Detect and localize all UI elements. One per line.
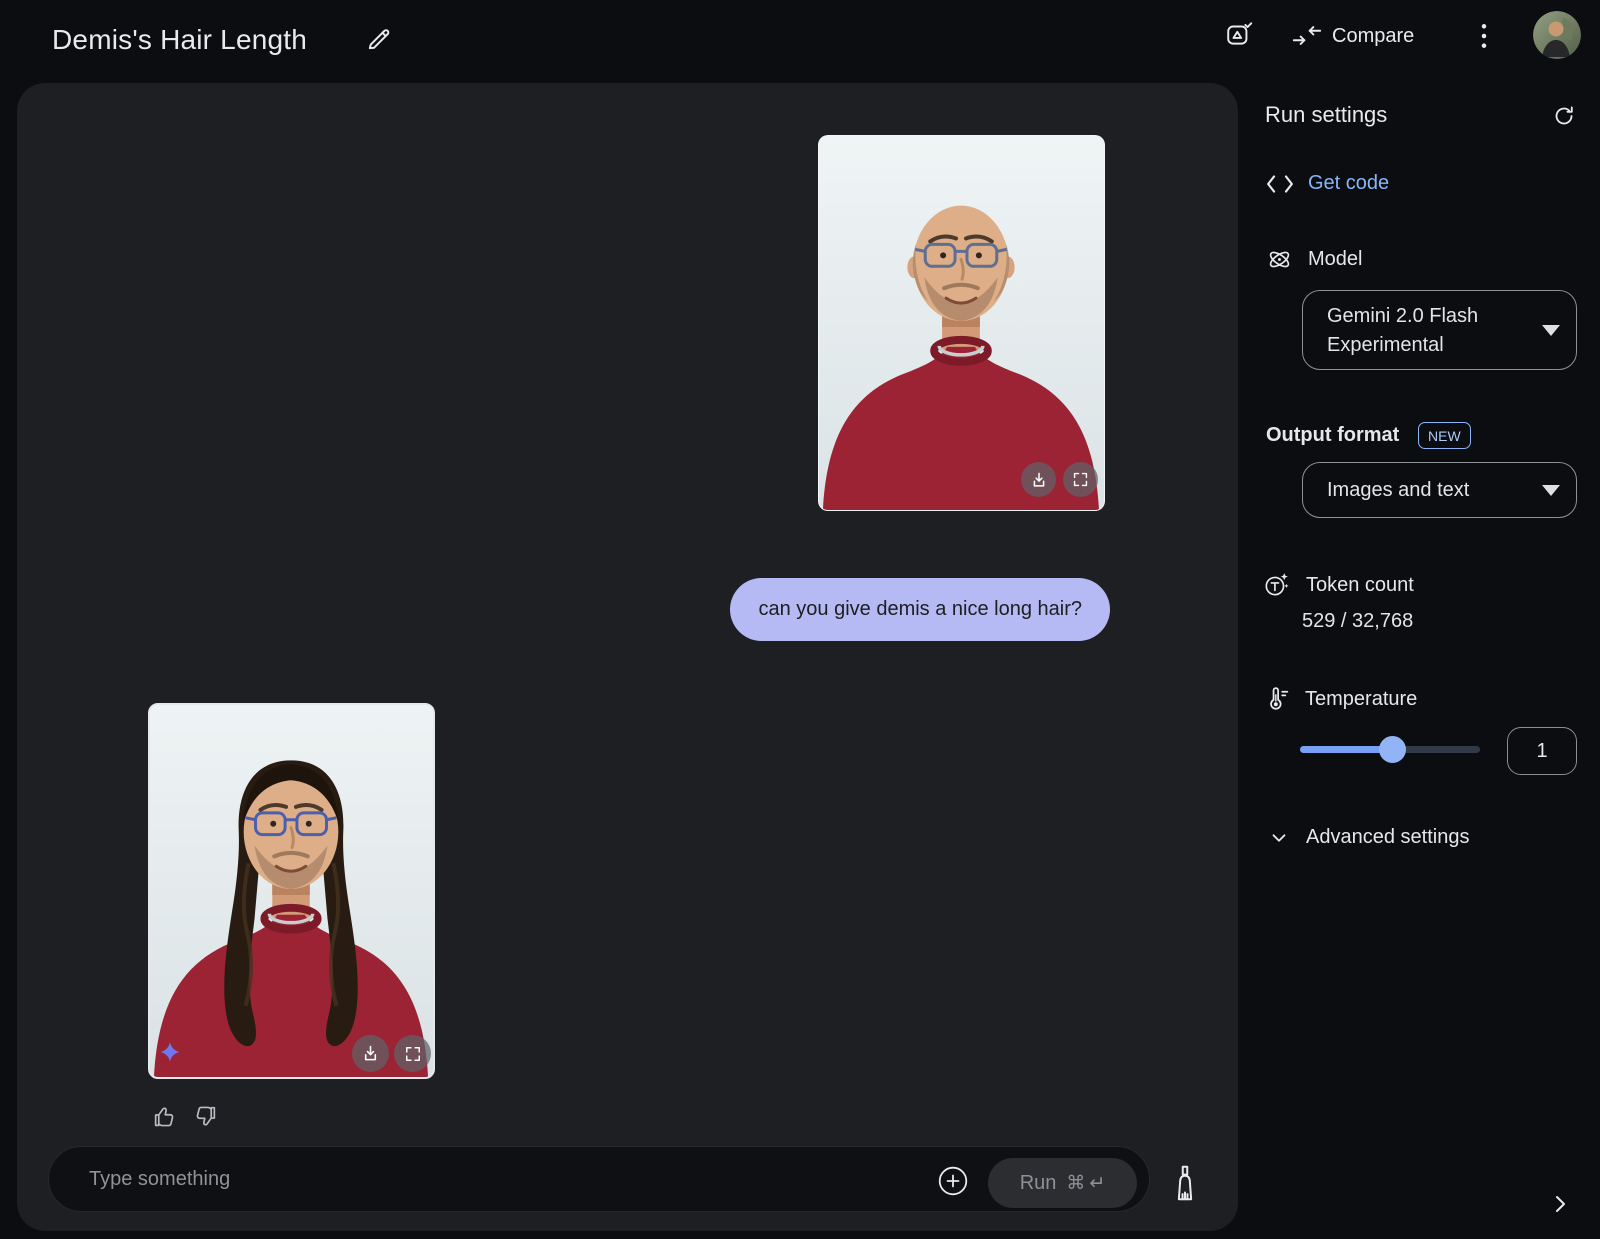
add-content-button[interactable] xyxy=(938,1166,968,1196)
uploaded-portrait-graphic xyxy=(819,136,1104,510)
uploaded-image[interactable] xyxy=(818,135,1105,511)
download-generated-button[interactable] xyxy=(352,1035,389,1072)
token-count-value: 529 / 32,768 xyxy=(1302,610,1414,632)
fullscreen-image-button[interactable] xyxy=(1063,462,1098,497)
advanced-settings-label: Advanced settings xyxy=(1306,826,1470,848)
temperature-value-input[interactable] xyxy=(1507,727,1577,775)
download-icon xyxy=(364,1045,377,1061)
caret-down-icon xyxy=(1542,485,1560,496)
chevron-right-icon xyxy=(1556,1196,1565,1212)
prompt-saved-button[interactable] xyxy=(1225,19,1255,49)
slider-knob[interactable] xyxy=(1378,736,1406,763)
token-count-section: Token count xyxy=(1263,571,1414,599)
temperature-section: Temperature xyxy=(1265,686,1417,713)
reset-settings-button[interactable] xyxy=(1552,104,1576,128)
thumbs-up-button[interactable] xyxy=(152,1104,177,1129)
run-label: Run xyxy=(1019,1171,1057,1194)
new-badge: NEW xyxy=(1418,422,1471,449)
page-title: Demis's Hair Length xyxy=(52,24,308,55)
compare-button[interactable] xyxy=(1292,26,1322,50)
edit-title-button[interactable] xyxy=(366,26,392,52)
model-value: Gemini 2.0 Flash Experimental xyxy=(1327,305,1479,356)
output-format-value: Images and text xyxy=(1327,478,1470,501)
plus-circle-icon xyxy=(938,1166,968,1196)
app-window: Demis's Hair Length Compare can you give… xyxy=(0,0,1600,1239)
thumb-down-icon xyxy=(196,1106,216,1126)
cmd-key-icon: ⌘ xyxy=(1066,1172,1086,1194)
pencil-icon xyxy=(368,29,390,50)
compare-label[interactable]: Compare xyxy=(1332,25,1414,48)
fullscreen-generated-button[interactable] xyxy=(394,1035,431,1072)
avatar-photo xyxy=(1533,11,1581,59)
advanced-settings-toggle[interactable]: Advanced settings xyxy=(1268,826,1469,849)
thumb-up-icon xyxy=(154,1107,174,1127)
prompt-input[interactable] xyxy=(87,1147,647,1211)
collapse-panel-button[interactable] xyxy=(1548,1192,1572,1216)
saved-prompt-icon xyxy=(1227,22,1253,45)
refresh-icon xyxy=(1555,106,1573,125)
temperature-slider xyxy=(1300,734,1480,764)
fullscreen-icon xyxy=(405,1046,420,1061)
download-image-button[interactable] xyxy=(1021,462,1056,497)
broom-icon xyxy=(1177,1165,1193,1201)
output-format-dropdown[interactable]: Images and text xyxy=(1302,462,1577,518)
caret-down-icon xyxy=(1542,325,1560,336)
enter-key-icon: ↵ xyxy=(1089,1172,1106,1194)
get-code-button[interactable]: Get code xyxy=(1266,172,1389,195)
model-orbit-icon xyxy=(1269,251,1290,268)
more-options-button[interactable] xyxy=(1479,22,1491,50)
run-settings-title: Run settings xyxy=(1265,102,1388,127)
code-icon xyxy=(1267,174,1293,193)
thumbs-down-button[interactable] xyxy=(193,1104,218,1129)
compare-arrows-icon xyxy=(1292,26,1322,45)
generated-portrait-graphic xyxy=(150,705,433,1077)
run-button[interactable]: Run ⌘ ↵ xyxy=(988,1158,1137,1208)
fullscreen-icon xyxy=(1073,472,1088,487)
download-icon xyxy=(1033,472,1044,487)
generated-image[interactable] xyxy=(148,703,435,1079)
temperature-label: Temperature xyxy=(1305,688,1418,710)
gemini-sparkle-icon xyxy=(160,1042,180,1062)
token-count-label: Token count xyxy=(1306,573,1414,596)
thermometer-icon xyxy=(1270,687,1289,710)
user-avatar[interactable] xyxy=(1533,11,1581,59)
chevron-down-icon xyxy=(1272,833,1286,842)
prompt-composer xyxy=(48,1146,1150,1212)
clear-chat-button[interactable] xyxy=(1168,1164,1202,1202)
user-message-bubble[interactable]: can you give demis a nice long hair? xyxy=(730,578,1110,641)
kebab-menu-icon xyxy=(1481,24,1487,48)
model-section-header: Model xyxy=(1266,246,1362,273)
model-label: Model xyxy=(1308,248,1363,270)
token-count-icon xyxy=(1265,573,1289,596)
get-code-label: Get code xyxy=(1308,172,1390,194)
output-format-label: Output format xyxy=(1266,424,1400,446)
model-dropdown[interactable]: Gemini 2.0 Flash Experimental xyxy=(1302,290,1577,370)
